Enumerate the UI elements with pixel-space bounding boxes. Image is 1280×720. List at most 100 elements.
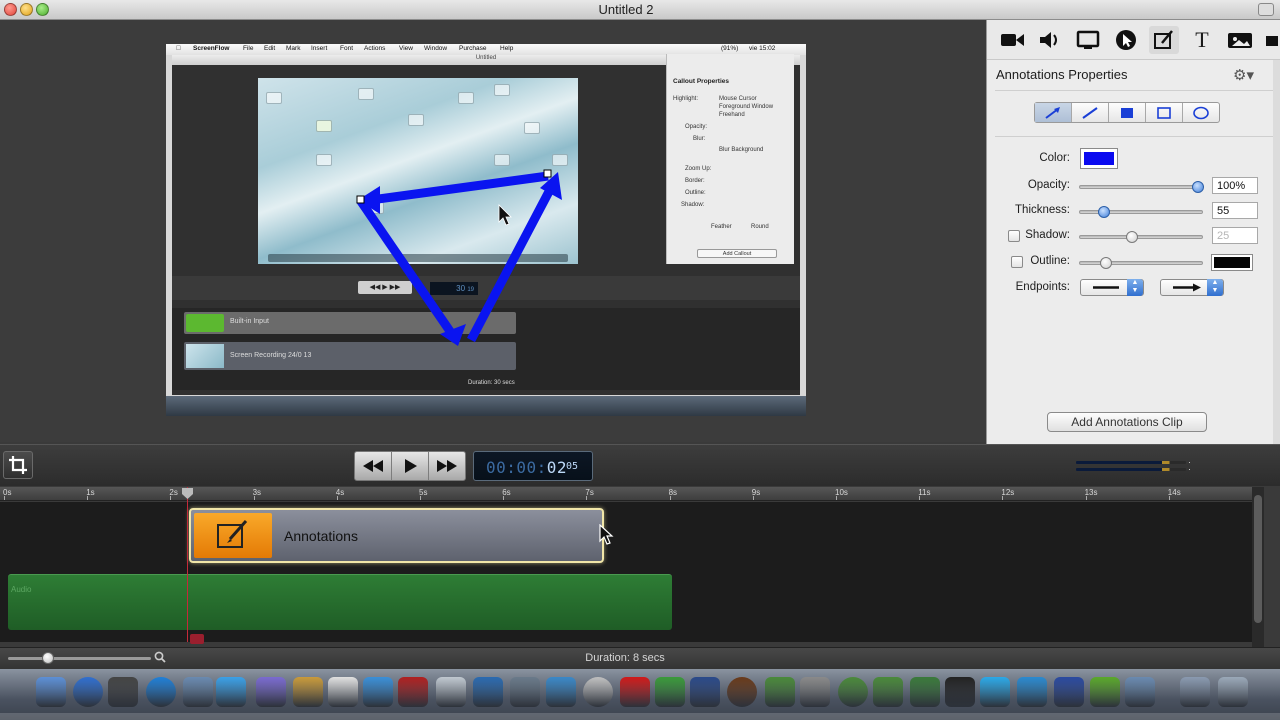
dock-app-icon[interactable] — [800, 677, 830, 707]
more-icon[interactable] — [1263, 26, 1280, 54]
dock-app-icon[interactable] — [945, 677, 975, 707]
dock-app-icon[interactable] — [546, 677, 576, 707]
scrollbar-thumb[interactable] — [1254, 495, 1262, 623]
toolbar-toggle-button[interactable] — [1258, 3, 1274, 16]
cursor-icon[interactable] — [1111, 26, 1141, 54]
playhead-line[interactable] — [187, 487, 188, 642]
ellipse-tool-button[interactable] — [1183, 103, 1219, 122]
dock-app-icon[interactable] — [910, 677, 940, 707]
dock-app-icon[interactable] — [73, 677, 103, 707]
color-well[interactable] — [1080, 148, 1118, 169]
desktop-icon — [316, 154, 332, 166]
thickness-slider[interactable] — [1079, 206, 1203, 218]
end-endpoint-popup[interactable]: ▲ ▼ — [1160, 279, 1224, 296]
opacity-slider[interactable] — [1079, 181, 1204, 193]
add-annotations-clip-button[interactable]: Add Annotations Clip — [1047, 412, 1207, 432]
audio-icon[interactable] — [1035, 26, 1065, 54]
meter-bar-right — [1076, 468, 1186, 471]
rewind-icon — [363, 460, 383, 472]
desktop-icon — [494, 154, 510, 166]
canvas-area[interactable]:  ScreenFlow File Edit Mark Insert Font … — [0, 20, 986, 442]
preview-mac-dock — [166, 396, 806, 416]
dock-app-icon[interactable] — [765, 677, 795, 707]
opacity-field[interactable]: 100% — [1212, 177, 1258, 194]
timecode-main: 00:00:02 — [486, 458, 568, 477]
dock-app-icon[interactable] — [256, 677, 286, 707]
dock-app-icon[interactable] — [655, 677, 685, 707]
callout-title: Callout Properties — [673, 78, 729, 85]
callout-option: Freehand — [719, 112, 745, 118]
dock-app-icon[interactable] — [980, 677, 1010, 707]
arrow-tool-button[interactable] — [1035, 103, 1072, 122]
dock-app-icon[interactable] — [1054, 677, 1084, 707]
annotations-clip[interactable]: Annotations — [189, 508, 604, 563]
dock-app-icon[interactable] — [838, 677, 868, 707]
preview-timecode: 30 19 — [430, 282, 478, 295]
dock-app-icon[interactable] — [363, 677, 393, 707]
dock-app-icon[interactable] — [1180, 677, 1210, 707]
shadow-slider[interactable] — [1079, 231, 1203, 243]
dock-app-icon[interactable] — [328, 677, 358, 707]
dock-app-icon[interactable] — [293, 677, 323, 707]
dock-app-icon[interactable] — [690, 677, 720, 707]
dock-app-icon[interactable] — [216, 677, 246, 707]
outline-slider[interactable] — [1079, 257, 1203, 269]
dock-app-icon[interactable] — [473, 677, 503, 707]
thickness-slider-knob[interactable] — [1098, 206, 1110, 218]
dock-app-icon[interactable] — [620, 677, 650, 707]
dock-app-icon[interactable] — [36, 677, 66, 707]
gear-icon[interactable]: ⚙▾ — [1233, 66, 1254, 84]
opacity-slider-knob[interactable] — [1192, 181, 1204, 193]
preview-menu-item: Window — [424, 45, 448, 52]
play-icon — [405, 459, 417, 473]
crop-button[interactable] — [3, 451, 33, 479]
fast-forward-button[interactable] — [429, 452, 465, 480]
shadow-field[interactable]: 25 — [1212, 227, 1258, 244]
text-icon[interactable]: T — [1187, 26, 1217, 54]
filled-rect-tool-button[interactable] — [1109, 103, 1146, 122]
line-tool-button[interactable] — [1072, 103, 1109, 122]
start-endpoint-popup[interactable]: ▲ ▼ — [1080, 279, 1144, 296]
playhead-marker[interactable] — [190, 634, 204, 644]
shadow-slider-knob[interactable] — [1126, 231, 1138, 243]
dock-app-icon[interactable] — [1125, 677, 1155, 707]
timecode-frames: 05 — [566, 461, 579, 472]
preview-menu-item: Insert — [311, 45, 328, 52]
callout-label: Blur Background — [719, 147, 764, 153]
properties-toolbar: T — [987, 20, 1280, 60]
dock-app-icon[interactable] — [108, 677, 138, 707]
duration-label: Duration: 8 secs — [585, 652, 665, 664]
dock-app-icon[interactable] — [398, 677, 428, 707]
shape-selector[interactable] — [1034, 102, 1220, 123]
dock-app-icon[interactable] — [1090, 677, 1120, 707]
add-callout-button: Add Callout — [697, 249, 777, 258]
screen-icon[interactable] — [1073, 26, 1103, 54]
dock-app-icon[interactable] — [583, 677, 613, 707]
preview-dock — [268, 254, 568, 262]
timecode-display[interactable]: 00:00:02 05 — [473, 451, 593, 481]
video-icon[interactable] — [997, 26, 1027, 54]
dock-app-icon[interactable] — [727, 677, 757, 707]
dock-app-icon[interactable] — [146, 677, 176, 707]
rect-tool-button[interactable] — [1146, 103, 1183, 122]
annotation-icon[interactable] — [1149, 26, 1179, 54]
preview-battery: (91%) — [721, 45, 739, 52]
play-button[interactable] — [392, 452, 429, 480]
timeline-scrollbar[interactable] — [1252, 487, 1264, 647]
dock-app-icon[interactable] — [510, 677, 540, 707]
preview-audio-track: Built-in Input — [184, 312, 516, 334]
recording-preview[interactable]:  ScreenFlow File Edit Mark Insert Font … — [166, 44, 806, 416]
dock-app-icon[interactable] — [436, 677, 466, 707]
outline-slider-knob[interactable] — [1100, 257, 1112, 269]
thickness-field[interactable]: 55 — [1212, 202, 1258, 219]
dock-app-icon[interactable] — [873, 677, 903, 707]
dock-app-icon[interactable] — [183, 677, 213, 707]
audio-clip[interactable]: Audio — [8, 574, 672, 630]
stepper-icon: ▲ ▼ — [1207, 279, 1223, 296]
rewind-button[interactable] — [355, 452, 392, 480]
callout-label: Shadow: — [681, 202, 705, 208]
dock-app-icon[interactable] — [1017, 677, 1047, 707]
outline-color-well[interactable] — [1211, 254, 1253, 271]
media-icon[interactable] — [1225, 26, 1255, 54]
dock-app-icon[interactable] — [1218, 677, 1248, 707]
